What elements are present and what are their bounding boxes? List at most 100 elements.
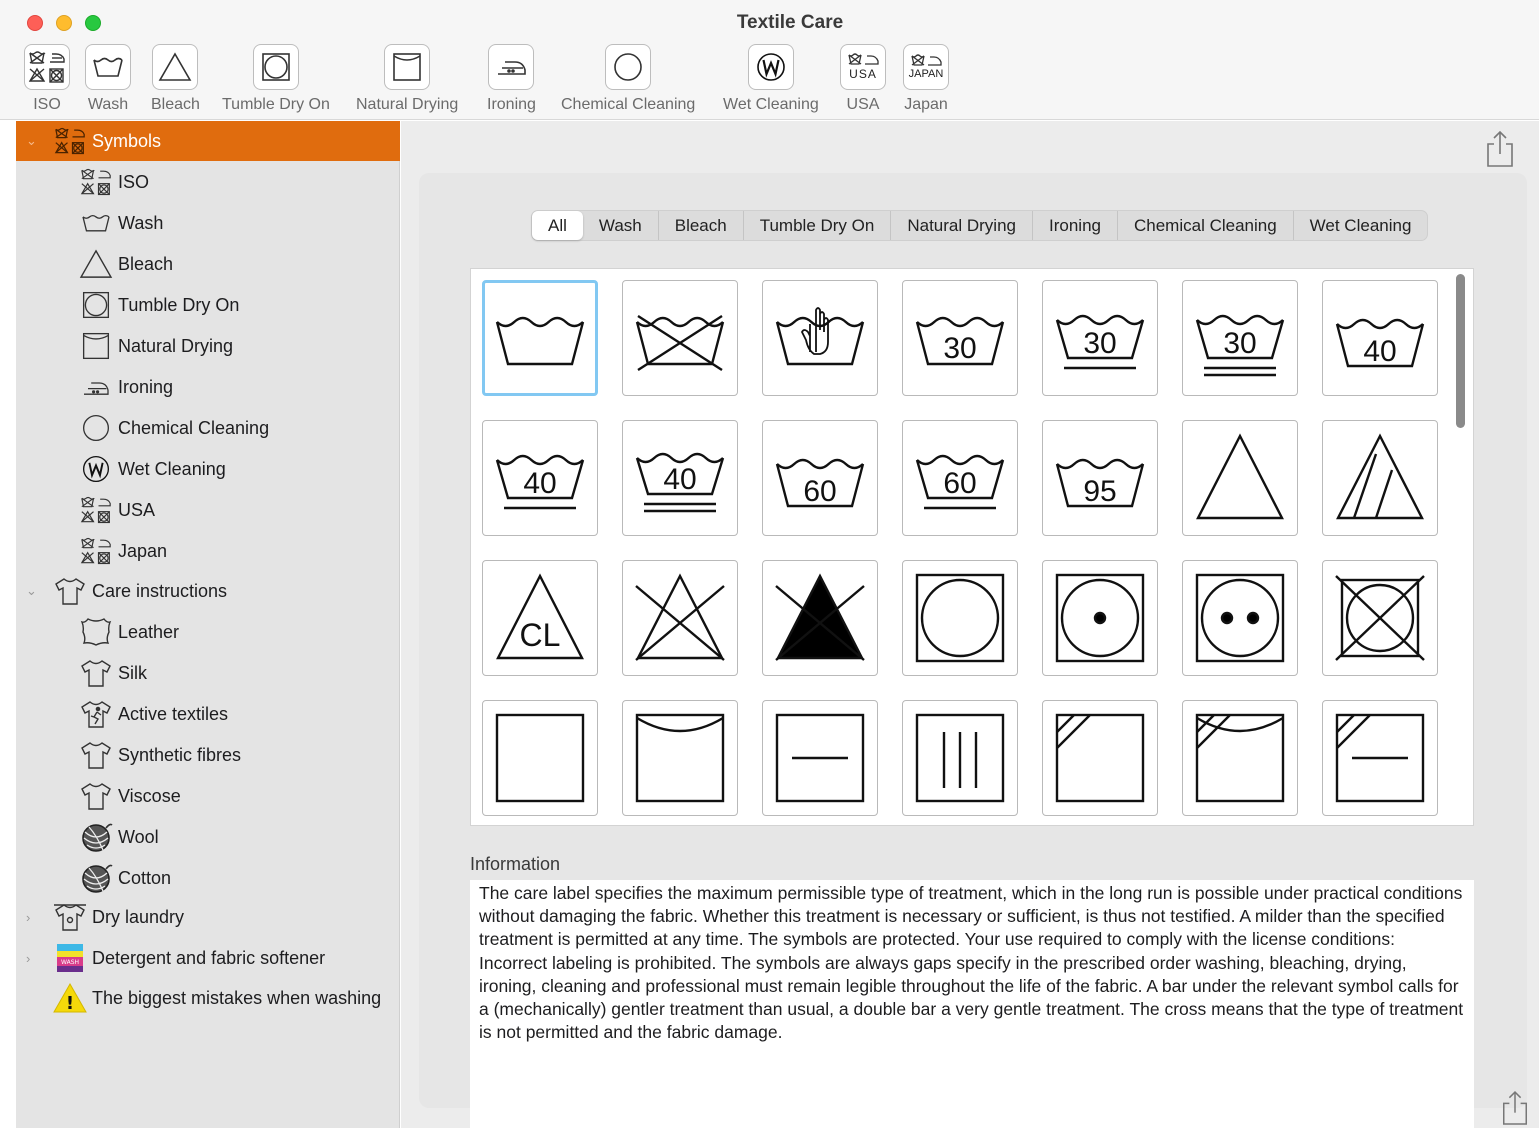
symbol-tile[interactable] xyxy=(1042,560,1158,676)
symbol-tile[interactable] xyxy=(1322,560,1438,676)
sidebar-item-label: Wash xyxy=(118,212,164,233)
sidebar-item-tumble-dry[interactable]: Tumble Dry On xyxy=(16,285,400,325)
symbol-tile[interactable] xyxy=(762,560,878,676)
segment-all[interactable]: All xyxy=(532,211,583,240)
japan-badge: JAPAN xyxy=(908,68,944,80)
sidebar-item-biggest-mistakes[interactable]: ! The biggest mistakes when washing xyxy=(16,978,400,1018)
segment-ironing[interactable]: Ironing xyxy=(1033,211,1118,240)
symbol-tile[interactable] xyxy=(902,560,1018,676)
temperature-label: 30 xyxy=(1223,327,1256,360)
toolbar-item-wet-cleaning[interactable]: Wet Cleaning xyxy=(723,44,819,114)
sidebar-item-wool[interactable]: Wool xyxy=(16,817,400,857)
sidebar-item-usa[interactable]: USA xyxy=(16,490,400,530)
symbol-tile[interactable]: 40 xyxy=(622,420,738,536)
sidebar-item-label: Wool xyxy=(118,826,159,847)
symbol-tile[interactable] xyxy=(622,280,738,396)
toolbar-item-label: Japan xyxy=(904,96,948,113)
sidebar-item-viscose[interactable]: Viscose xyxy=(16,776,400,816)
symbol-tile[interactable] xyxy=(622,700,738,816)
sidebar-item-bleach[interactable]: Bleach xyxy=(16,244,400,284)
toolbar-item-iso[interactable]: ISO xyxy=(24,44,70,114)
toolbar-item-usa[interactable]: USA USA xyxy=(840,44,886,114)
symbol-tile[interactable]: 30 xyxy=(1182,280,1298,396)
symbol-tile[interactable] xyxy=(762,700,878,816)
information-box: The care label specifies the maximum per… xyxy=(470,880,1474,1128)
tshirt-icon xyxy=(78,656,114,690)
sidebar-item-label: Synthetic fibres xyxy=(118,744,242,765)
symbol-tile[interactable] xyxy=(482,700,598,816)
sidebar-item-wash[interactable]: Wash xyxy=(16,203,400,243)
share-button[interactable] xyxy=(1484,129,1516,174)
bleach-oxygen-only-icon xyxy=(1336,433,1424,520)
symbol-tile[interactable]: 95 xyxy=(1042,420,1158,536)
tumble-dry-normal-icon xyxy=(1195,573,1285,663)
sidebar-item-label: Leather xyxy=(118,621,180,642)
share-info-button[interactable] xyxy=(1500,1089,1530,1128)
sidebar-item-leather[interactable]: Leather xyxy=(16,612,400,652)
sidebar-item-ironing[interactable]: Ironing xyxy=(16,367,400,407)
symbol-tile[interactable]: CL xyxy=(482,560,598,676)
sidebar-item-detergent[interactable]: › WASH Detergent and fabric softener xyxy=(16,938,400,978)
symbol-tile[interactable] xyxy=(1322,420,1438,536)
sidebar-item-symbols[interactable]: ⌄ Symbols xyxy=(16,121,400,161)
sidebar-item-japan[interactable]: Japan xyxy=(16,531,400,571)
sidebar-item-care-instructions[interactable]: ⌄ Care instructions xyxy=(16,571,400,611)
disclosure-chevron-icon[interactable]: ⌄ xyxy=(26,583,40,599)
tumble-dry-low-icon xyxy=(1055,573,1145,663)
symbol-tile[interactable] xyxy=(1322,700,1438,816)
grid-scrollbar[interactable] xyxy=(1456,274,1465,428)
symbol-tile[interactable]: 40 xyxy=(1322,280,1438,396)
symbol-tile[interactable] xyxy=(902,700,1018,816)
symbol-tile[interactable] xyxy=(1182,560,1298,676)
symbol-tile[interactable] xyxy=(622,560,738,676)
segment-wet-cleaning[interactable]: Wet Cleaning xyxy=(1294,211,1428,240)
wash-tub-icon xyxy=(78,206,114,240)
segment-natural-drying[interactable]: Natural Drying xyxy=(891,211,1033,240)
tumble-dry-icon xyxy=(252,44,299,90)
sidebar-item-label: Japan xyxy=(118,540,168,561)
main-content: All Wash Bleach Tumble Dry On Natural Dr… xyxy=(401,121,1539,1128)
segment-wash[interactable]: Wash xyxy=(583,211,659,240)
symbol-tile[interactable] xyxy=(1042,700,1158,816)
toolbar-item-chemical-cleaning[interactable]: Chemical Cleaning xyxy=(561,44,695,114)
disclosure-chevron-icon[interactable]: › xyxy=(26,910,40,925)
japan-symbols-icon xyxy=(78,534,114,568)
toolbar-item-wash[interactable]: Wash xyxy=(85,44,131,114)
sidebar-item-dry-laundry[interactable]: › Dry laundry xyxy=(16,897,400,937)
toolbar-item-ironing[interactable]: Ironing xyxy=(487,44,536,114)
sidebar-item-active-textiles[interactable]: Active textiles xyxy=(16,694,400,734)
sidebar-item-silk[interactable]: Silk xyxy=(16,653,400,693)
chemical-cleaning-circle-icon xyxy=(78,411,114,445)
segment-chemical-cleaning[interactable]: Chemical Cleaning xyxy=(1118,211,1294,240)
toolbar-item-natural-drying[interactable]: Natural Drying xyxy=(356,44,458,114)
symbol-tile[interactable] xyxy=(482,280,598,396)
toolbar-item-bleach[interactable]: Bleach xyxy=(151,44,200,114)
sidebar-item-synthetic-fibres[interactable]: Synthetic fibres xyxy=(16,735,400,775)
sidebar-item-natural-drying[interactable]: Natural Drying xyxy=(16,326,400,366)
symbol-tile[interactable]: 30 xyxy=(1042,280,1158,396)
segment-tumble-dry-on[interactable]: Tumble Dry On xyxy=(744,211,892,240)
sidebar-item-cotton[interactable]: Cotton xyxy=(16,858,400,898)
natural-drying-icon xyxy=(78,329,114,363)
symbol-tile[interactable] xyxy=(762,280,878,396)
temperature-label: 60 xyxy=(943,467,976,500)
iso-symbols-icon xyxy=(52,124,88,158)
sidebar-item-iso[interactable]: ISO xyxy=(16,162,400,202)
japan-symbols-icon: JAPAN xyxy=(903,44,949,90)
sidebar-item-label: USA xyxy=(118,499,156,520)
detergent-badge: WASH xyxy=(61,959,79,966)
toolbar-item-tumble-dry[interactable]: Tumble Dry On xyxy=(222,44,330,114)
sidebar-item-chemical-cleaning[interactable]: Chemical Cleaning xyxy=(16,408,400,448)
symbol-tile[interactable] xyxy=(1182,700,1298,816)
symbol-tile[interactable]: 60 xyxy=(902,420,1018,536)
disclosure-chevron-icon[interactable]: › xyxy=(26,951,40,966)
symbol-tile[interactable]: 30 xyxy=(902,280,1018,396)
symbol-tile[interactable]: 40 xyxy=(482,420,598,536)
symbol-tile[interactable]: 60 xyxy=(762,420,878,536)
dry-flat-in-shade-icon xyxy=(1335,713,1425,803)
disclosure-chevron-icon[interactable]: ⌄ xyxy=(26,133,40,149)
symbol-tile[interactable] xyxy=(1182,420,1298,536)
sidebar-item-wet-cleaning[interactable]: Wet Cleaning xyxy=(16,449,400,489)
toolbar-item-japan[interactable]: JAPAN Japan xyxy=(903,44,949,114)
segment-bleach[interactable]: Bleach xyxy=(659,211,744,240)
